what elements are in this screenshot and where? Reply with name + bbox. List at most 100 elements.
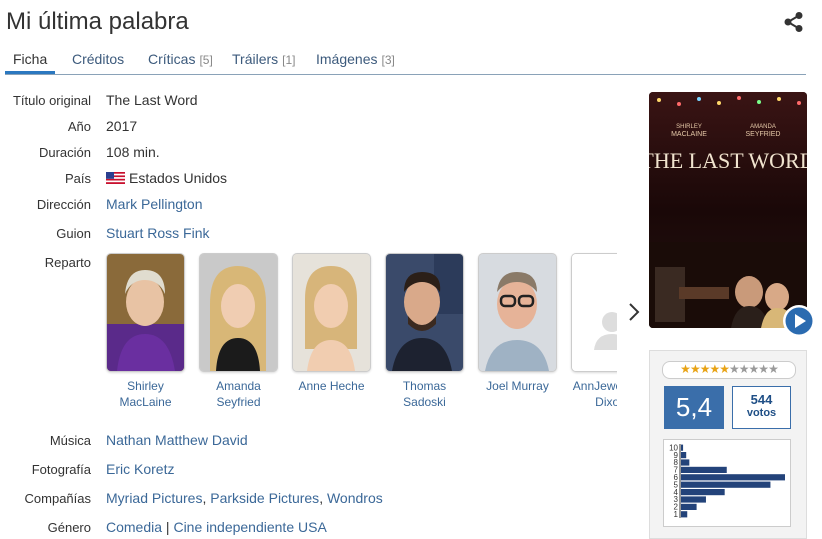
script-link[interactable]: Stuart Ross Fink: [106, 225, 209, 241]
tab-trailers[interactable]: Tráilers [1]: [232, 46, 296, 74]
poster-title: THE LAST WORD: [649, 148, 807, 173]
company-link[interactable]: Myriad Pictures: [106, 490, 202, 506]
tab-label: Ficha: [13, 51, 48, 67]
cast-name: Amanda Seyfried: [216, 379, 261, 409]
music-label: Música: [49, 433, 91, 448]
cast-name: Anne Heche: [298, 379, 365, 393]
company-link[interactable]: Wondros: [327, 490, 383, 506]
share-icon[interactable]: [783, 11, 805, 33]
cast-member[interactable]: Amanda Seyfried: [199, 253, 278, 410]
company-link[interactable]: Parkside Pictures: [210, 490, 319, 506]
person-placeholder-icon: [572, 254, 617, 371]
histogram-bar: [681, 496, 706, 503]
tab-label: Créditos: [72, 51, 125, 67]
star-icon: ★: [689, 362, 701, 376]
votes-count[interactable]: 544 votos: [732, 386, 791, 429]
star-icon: ★: [699, 362, 711, 376]
rating-histogram: 10 9 8 7 6 5 4 3 2 1: [663, 439, 791, 527]
histogram-bar: [681, 503, 697, 510]
rating-stars: ★★★★★★★★★★: [662, 361, 796, 379]
tab-criticas[interactable]: Críticas [5]: [148, 46, 213, 74]
year-value: 2017: [106, 118, 138, 134]
cast-photo-placeholder: [571, 253, 617, 372]
histogram-bar: [681, 489, 725, 496]
histogram-bar: [681, 481, 771, 488]
tab-count: [3]: [381, 53, 395, 67]
tab-label: Imágenes: [316, 51, 378, 67]
play-trailer-icon[interactable]: [782, 304, 816, 338]
star-icon: ★: [719, 362, 730, 376]
tab-creditos[interactable]: Créditos: [72, 46, 124, 74]
duration-value: 108 min.: [106, 144, 160, 160]
tab-imagenes[interactable]: Imágenes [3]: [316, 46, 395, 74]
country-label: País: [64, 171, 91, 186]
histogram-bar: [681, 459, 690, 466]
histogram-label: 1: [674, 510, 679, 519]
tab-bar: Ficha Créditos Críticas [5] Tráilers [1] I…: [5, 46, 806, 75]
genre-link[interactable]: Comedia: [106, 519, 162, 535]
us-flag-icon: [106, 172, 125, 184]
histogram-bar: [681, 474, 785, 481]
movie-poster[interactable]: SHIRLEY MACLAINE AMANDA SEYFRIED THE LAS…: [649, 92, 807, 328]
rating-panel: ★★★★★★★★★★ 5,4 544 votos 10 9 8 7 6 5 4 3 2 1: [649, 350, 807, 539]
star-icon: ★: [768, 362, 779, 376]
star-icon: ★: [709, 362, 720, 376]
cast-photo: [292, 253, 371, 372]
companies-value: Myriad Pictures, Parkside Pictures, Wond…: [106, 490, 383, 506]
chevron-right-icon[interactable]: [628, 302, 640, 322]
votes-number: 544: [750, 392, 773, 407]
poster-actor2-line1: AMANDA: [750, 124, 776, 130]
country-value: Estados Unidos: [106, 170, 227, 186]
cast-member[interactable]: AnnJewel Lee Dixon: [571, 253, 617, 410]
cast-carousel: Shirley MacLaine Amanda Seyfried Anne He…: [100, 250, 617, 415]
histogram-bar: [681, 511, 688, 518]
photography-link[interactable]: Eric Koretz: [106, 461, 174, 477]
page-title: Mi última palabra: [6, 8, 189, 35]
script-label: Guion: [56, 226, 91, 241]
director-link[interactable]: Mark Pellington: [106, 196, 203, 212]
star-icon: ★: [748, 362, 760, 376]
star-icon: ★: [729, 362, 740, 376]
director-label: Dirección: [36, 197, 91, 212]
cast-name: Thomas Sadoski: [402, 379, 447, 409]
tab-ficha[interactable]: Ficha: [5, 46, 56, 74]
poster-actor1-line2: MACLAINE: [671, 131, 707, 138]
cast-label: Reparto: [44, 255, 91, 270]
star-icon: ★: [680, 362, 691, 376]
genre-value: Comedia | Cine independiente USA: [106, 519, 327, 535]
cast-member[interactable]: Thomas Sadoski: [385, 253, 464, 410]
photography-label: Fotografía: [31, 462, 91, 477]
country-name: Estados Unidos: [129, 170, 228, 186]
cast-name: AnnJewel Lee Dixon: [572, 379, 617, 409]
cast-name: Shirley MacLaine: [119, 379, 172, 409]
cast-member[interactable]: Joel Murray: [478, 253, 557, 394]
cast-photo: [478, 253, 557, 372]
genre-link[interactable]: Cine independiente USA: [173, 519, 326, 535]
cast-photo: [199, 253, 278, 372]
star-icon: ★: [738, 362, 750, 376]
duration-label: Duración: [38, 145, 91, 160]
histogram-bar: [681, 452, 687, 459]
votes-label: votos: [746, 407, 777, 419]
companies-label: Compañías: [24, 491, 91, 506]
poster-actor1-line1: SHIRLEY: [676, 124, 702, 130]
separator: ,: [319, 490, 327, 506]
star-icon: ★: [758, 362, 769, 376]
original-title-label: Título original: [12, 93, 91, 108]
average-rating: 5,4: [664, 386, 724, 429]
original-title-value: The Last Word: [106, 92, 198, 108]
cast-photo: [385, 253, 464, 372]
histogram-bar: [681, 444, 684, 451]
cast-name: Joel Murray: [486, 379, 549, 393]
separator: |: [162, 519, 174, 535]
cast-member[interactable]: Shirley MacLaine: [106, 253, 185, 410]
year-label: Año: [67, 119, 91, 134]
tab-count: [1]: [282, 53, 296, 67]
cast-photo: [106, 253, 185, 372]
tab-label: Críticas: [148, 51, 196, 67]
music-link[interactable]: Nathan Matthew David: [106, 432, 248, 448]
genre-label: Género: [47, 520, 91, 535]
tab-count: [5]: [199, 53, 213, 67]
poster-actor2-line2: SEYFRIED: [745, 131, 780, 138]
cast-member[interactable]: Anne Heche: [292, 253, 371, 394]
